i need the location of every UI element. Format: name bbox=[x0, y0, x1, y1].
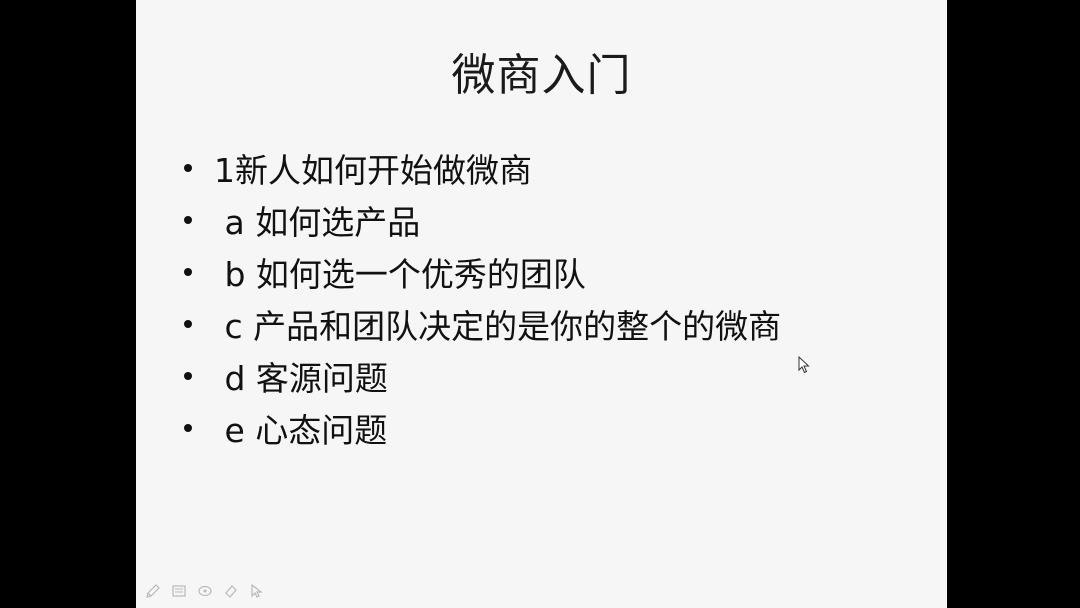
eraser-icon[interactable] bbox=[222, 582, 240, 600]
pen-icon[interactable] bbox=[144, 582, 162, 600]
pointer-icon[interactable] bbox=[248, 582, 266, 600]
bullet-text: 1新人如何开始做微商 bbox=[214, 151, 532, 190]
bullet-list: 1新人如何开始做微商 a 如何选产品 b 如何选一个优秀的团队 c 产品和团队决… bbox=[184, 142, 781, 454]
presentation-stage: 微商入门 1新人如何开始做微商 a 如何选产品 b 如何选一个优秀的团队 c 产… bbox=[0, 0, 1080, 608]
slide-title: 微商入门 bbox=[451, 50, 632, 101]
bullet-dot bbox=[184, 424, 192, 432]
list-item: 1新人如何开始做微商 bbox=[184, 142, 781, 194]
bullet-dot bbox=[184, 216, 192, 224]
bullet-dot bbox=[184, 320, 192, 328]
list-item: c 产品和团队决定的是你的整个的微商 bbox=[184, 298, 781, 350]
list-item: b 如何选一个优秀的团队 bbox=[184, 246, 781, 298]
slides-icon[interactable] bbox=[170, 582, 188, 600]
highlighter-icon[interactable] bbox=[196, 582, 214, 600]
bullet-dot bbox=[184, 372, 192, 380]
slide: 微商入门 1新人如何开始做微商 a 如何选产品 b 如何选一个优秀的团队 c 产… bbox=[136, 0, 947, 608]
mouse-cursor-icon bbox=[798, 356, 810, 374]
bullet-dot bbox=[184, 268, 192, 276]
bullet-text: a 如何选产品 bbox=[214, 203, 421, 242]
bullet-text: e 心态问题 bbox=[214, 411, 388, 450]
bullet-dot bbox=[184, 164, 192, 172]
bullet-text: d 客源问题 bbox=[214, 359, 388, 398]
list-item: e 心态问题 bbox=[184, 402, 781, 454]
list-item: d 客源问题 bbox=[184, 350, 781, 402]
bullet-text: b 如何选一个优秀的团队 bbox=[214, 255, 586, 294]
presenter-toolbar bbox=[144, 582, 266, 600]
bullet-text: c 产品和团队决定的是你的整个的微商 bbox=[214, 307, 782, 346]
list-item: a 如何选产品 bbox=[184, 194, 781, 246]
